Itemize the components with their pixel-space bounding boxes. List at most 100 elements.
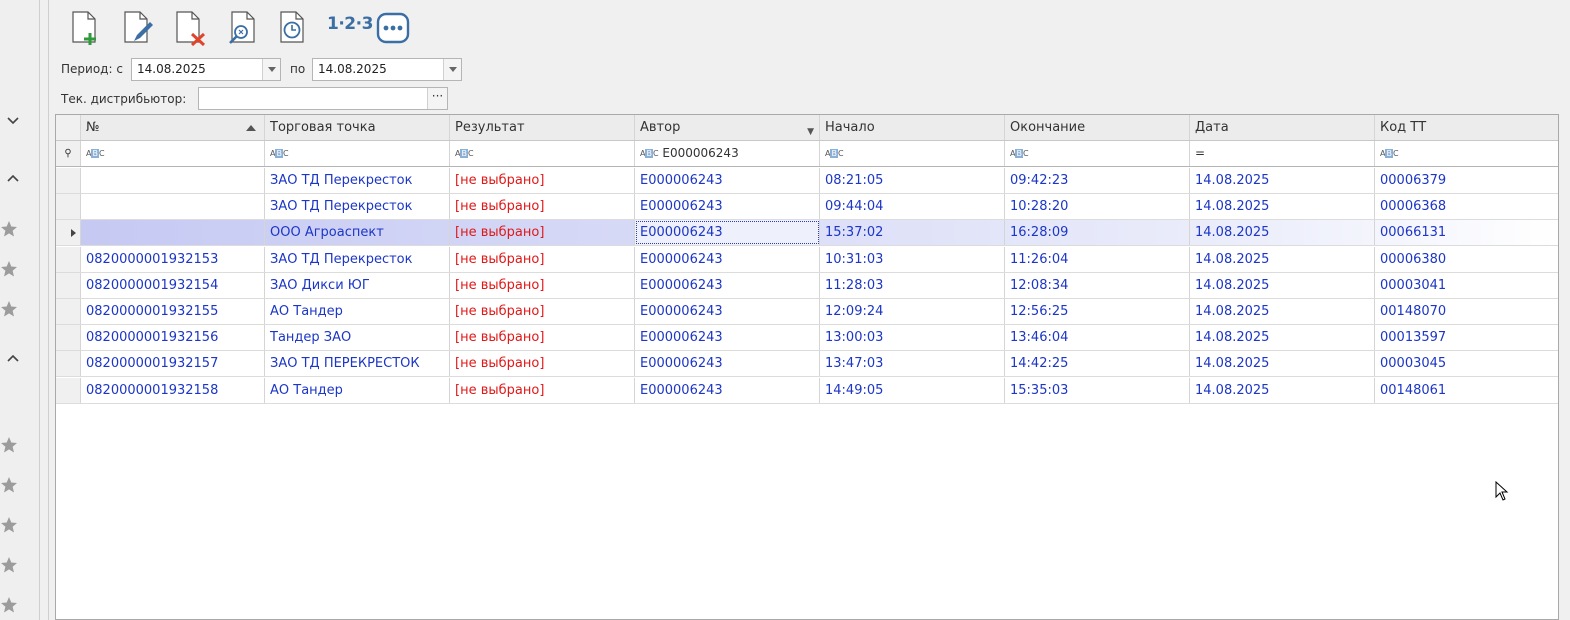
column-header-start[interactable]: Начало: [820, 115, 1005, 140]
cell-result[interactable]: [не выбрано]: [450, 351, 635, 377]
cell-end[interactable]: 16:28:09: [1005, 220, 1190, 246]
cell-start[interactable]: 15:37:02: [820, 220, 1005, 246]
star-icon[interactable]: [0, 556, 18, 574]
cell-author[interactable]: E000006243: [635, 246, 820, 272]
table-row[interactable]: ЗАО ТД Перекресток [не выбрано] E000006243…: [56, 194, 1558, 221]
cell-result[interactable]: [не выбрано]: [450, 377, 635, 403]
filter-icon[interactable]: ▼: [807, 120, 814, 140]
filter-cell-result[interactable]: ABC: [450, 141, 635, 166]
cell-result[interactable]: [не выбрано]: [450, 220, 635, 246]
cell-start[interactable]: 11:28:03: [820, 272, 1005, 298]
cell-author[interactable]: E000006243: [635, 299, 820, 324]
cell-code[interactable]: 00006379: [1375, 168, 1558, 193]
cell-author[interactable]: E000006243: [635, 168, 820, 193]
table-row[interactable]: 0820000001932156 Тандер ЗАО [не выбрано] E0…: [56, 325, 1558, 352]
filter-cell-code[interactable]: ABC: [1375, 141, 1558, 166]
cell-date[interactable]: 14.08.2025: [1190, 299, 1375, 324]
cell-result[interactable]: [не выбрано]: [450, 272, 635, 298]
new-document-icon[interactable]: [68, 10, 102, 46]
cell-point[interactable]: АО Тандер: [265, 299, 450, 324]
cell-end[interactable]: 09:42:23: [1005, 168, 1190, 193]
cell-start[interactable]: 09:44:04: [820, 194, 1005, 220]
distributor-field[interactable]: ···: [198, 87, 448, 110]
star-icon[interactable]: [0, 436, 18, 454]
column-header-number[interactable]: №: [81, 115, 265, 140]
cell-code[interactable]: 00148061: [1375, 378, 1558, 403]
cell-point[interactable]: ЗАО ТД Перекресток: [265, 194, 450, 220]
star-icon[interactable]: [0, 596, 18, 614]
cell-date[interactable]: 14.08.2025: [1190, 272, 1375, 298]
filter-cell-date[interactable]: =: [1190, 141, 1375, 166]
cell-author[interactable]: E000006243: [635, 377, 820, 403]
cell-date[interactable]: 14.08.2025: [1190, 194, 1375, 220]
period-from-select[interactable]: 14.08.2025: [131, 58, 281, 81]
cell-start[interactable]: 13:47:03: [820, 351, 1005, 377]
column-header-result[interactable]: Результат: [450, 115, 635, 140]
cell-point[interactable]: ООО Агроаспект: [265, 220, 450, 246]
cell-point[interactable]: ЗАО ТД Перекресток: [265, 168, 450, 193]
chevron-down-icon[interactable]: [443, 59, 461, 80]
cell-number[interactable]: 0820000001932153: [81, 246, 265, 272]
row-indicator[interactable]: [56, 194, 81, 220]
row-indicator[interactable]: [56, 377, 81, 403]
column-header-end[interactable]: Окончание: [1005, 115, 1190, 140]
cell-start[interactable]: 12:09:24: [820, 299, 1005, 324]
cell-number[interactable]: 0820000001932158: [81, 377, 265, 403]
star-icon[interactable]: [0, 516, 18, 534]
chevron-down-icon[interactable]: [5, 112, 21, 128]
cell-code[interactable]: 00066131: [1375, 220, 1558, 245]
star-icon[interactable]: [0, 300, 18, 318]
row-indicator[interactable]: [56, 351, 81, 377]
cell-number[interactable]: [81, 168, 265, 193]
cell-author[interactable]: E000006243: [635, 272, 820, 298]
numbering-button[interactable]: 1·2·3: [327, 14, 373, 34]
row-indicator[interactable]: [56, 168, 81, 193]
edit-document-icon[interactable]: [120, 10, 154, 46]
more-icon[interactable]: [376, 10, 410, 46]
table-row[interactable]: 0820000001932157 ЗАО ТД ПЕРЕКРЕСТОК [не вы…: [56, 351, 1558, 378]
delete-document-icon[interactable]: [172, 10, 206, 46]
cell-number[interactable]: 0820000001932155: [81, 299, 265, 324]
cell-number[interactable]: [81, 194, 265, 220]
cell-author[interactable]: E000006243: [635, 220, 820, 246]
filter-cell-number[interactable]: ABC: [81, 141, 265, 166]
cell-point[interactable]: АО Тандер: [265, 377, 450, 403]
column-header-code[interactable]: Код ТТ: [1375, 115, 1558, 140]
cell-code[interactable]: 00006368: [1375, 194, 1558, 219]
cell-date[interactable]: 14.08.2025: [1190, 325, 1375, 351]
cell-point[interactable]: ЗАО ТД ПЕРЕКРЕСТОК: [265, 351, 450, 377]
table-row[interactable]: 0820000001932153 ЗАО ТД Перекресток [не вы…: [56, 246, 1558, 273]
cell-start[interactable]: 10:31:03: [820, 246, 1005, 272]
cell-result[interactable]: [не выбрано]: [450, 246, 635, 272]
table-row[interactable]: 0820000001932158 АО Тандер [не выбрано] E00…: [56, 377, 1558, 404]
table-row[interactable]: 0820000001932155 АО Тандер [не выбрано] E00…: [56, 299, 1558, 325]
star-icon[interactable]: [0, 476, 18, 494]
cell-end[interactable]: 14:42:25: [1005, 351, 1190, 377]
cell-result[interactable]: [не выбрано]: [450, 325, 635, 351]
period-to-select[interactable]: 14.08.2025: [312, 58, 462, 81]
cell-author[interactable]: E000006243: [635, 351, 820, 377]
find-document-icon[interactable]: [224, 10, 258, 46]
filter-cell-start[interactable]: ABC: [820, 141, 1005, 166]
column-header-date[interactable]: Дата: [1190, 115, 1375, 140]
cell-start[interactable]: 14:49:05: [820, 377, 1005, 403]
filter-cell-end[interactable]: ABC: [1005, 141, 1190, 166]
cell-number[interactable]: 0820000001932157: [81, 351, 265, 377]
column-header-point[interactable]: Торговая точка: [265, 115, 450, 140]
cell-code[interactable]: 00013597: [1375, 325, 1558, 350]
star-icon[interactable]: [0, 220, 18, 238]
cell-result[interactable]: [не выбрано]: [450, 299, 635, 324]
cell-start[interactable]: 13:00:03: [820, 325, 1005, 351]
chevron-up-icon[interactable]: [5, 350, 21, 366]
cell-code[interactable]: 00003041: [1375, 273, 1558, 298]
cell-date[interactable]: 14.08.2025: [1190, 246, 1375, 272]
cell-end[interactable]: 13:46:04: [1005, 325, 1190, 351]
cell-point[interactable]: ЗАО Дикси ЮГ: [265, 272, 450, 298]
cell-code[interactable]: 00003045: [1375, 351, 1558, 376]
cell-end[interactable]: 15:35:03: [1005, 377, 1190, 403]
row-indicator[interactable]: [56, 246, 81, 272]
row-indicator[interactable]: [56, 272, 81, 298]
cell-date[interactable]: 14.08.2025: [1190, 168, 1375, 193]
cell-number[interactable]: [81, 220, 265, 246]
filter-cell-author[interactable]: ABC E000006243: [635, 141, 820, 166]
